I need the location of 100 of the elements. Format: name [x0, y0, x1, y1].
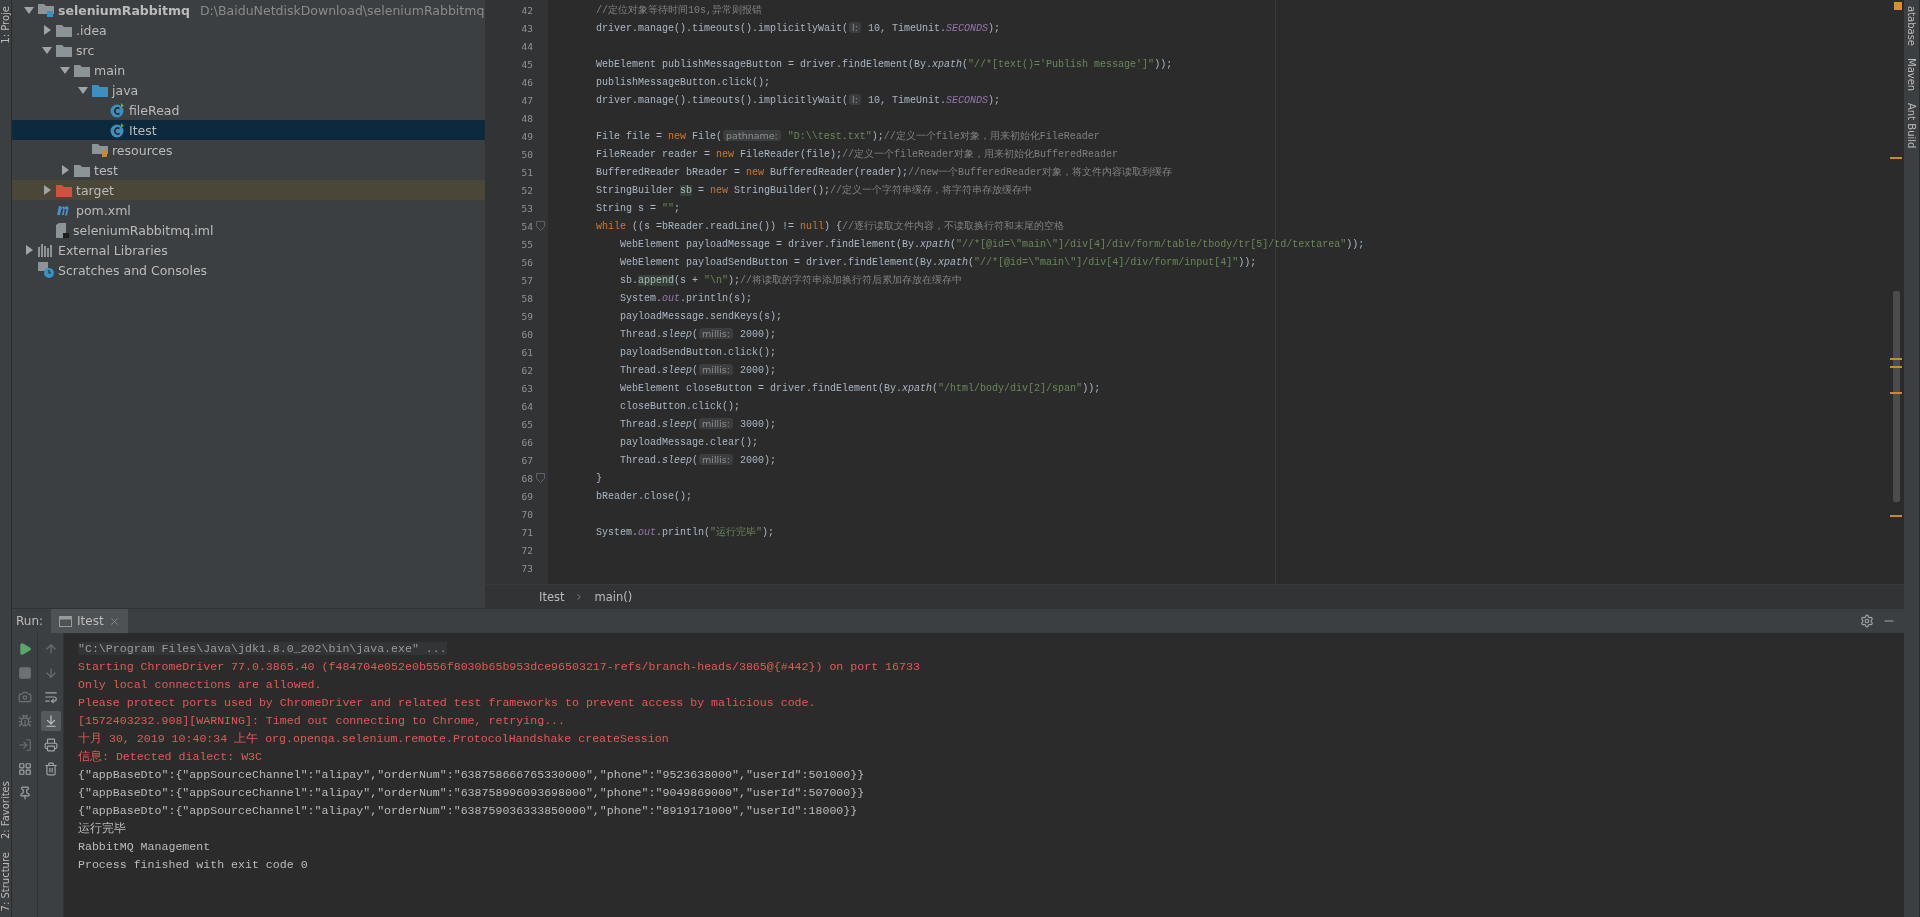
close-icon[interactable] [108, 615, 120, 627]
scroll-marker[interactable] [1890, 366, 1902, 368]
code-line: closeButton.click(); [619, 400, 741, 412]
class-icon [110, 102, 125, 118]
class-icon [110, 122, 125, 138]
line-number: 72 [520, 544, 533, 556]
folder-icon [56, 23, 72, 37]
tool-window-tab[interactable]: 7: Structure [0, 845, 11, 917]
line-number: 57 [520, 274, 533, 286]
camera-icon[interactable] [17, 690, 32, 704]
wrap-icon[interactable] [43, 690, 58, 704]
scroll-marker[interactable] [1890, 515, 1902, 517]
console-line: Starting ChromeDriver 77.0.3865.40 (f484704e052e0b556f8030b65b953dce96503217-refs/branch-heads/3865@{#442}) on port 16733 [78, 659, 920, 673]
code-line: System.out.println(s); [619, 292, 753, 304]
code-line: } [595, 472, 602, 484]
code-line: WebElement publishMessageButton = driver.findElement(By.xpath("//*[text()='Publish message']")); [595, 58, 1173, 70]
line-number: 68 [520, 472, 533, 484]
line-number: 53 [520, 202, 533, 214]
line-number: 69 [520, 490, 533, 502]
tree-item[interactable]: target [12, 180, 485, 200]
line-number: 67 [520, 454, 533, 466]
breadcrumb[interactable]: main() [590, 587, 637, 606]
folder-icon [92, 83, 108, 97]
tree-item[interactable]: resources [12, 140, 485, 160]
file-icon [56, 222, 69, 238]
console-line: Only local connections are allowed. [78, 677, 322, 691]
code-line: WebElement payloadMessage = driver.findElement(By.xpath("//*[@id=\"main\"]/div[4]/div/form/table/tbody/tr[5]/td/textarea")); [619, 238, 1365, 250]
tree-item[interactable]: src [12, 40, 485, 60]
tree-item[interactable]: Scratches and Consoles [12, 260, 485, 280]
scrollbar-thumb[interactable] [1893, 291, 1900, 502]
pin-icon[interactable] [17, 786, 32, 800]
settings-icon[interactable] [1860, 614, 1874, 628]
line-number: 47 [520, 94, 533, 106]
console-line: {"appBaseDto":{"appSourceChannel":"alipay","orderNum":"638758996093698000","phone":"9049869000","userId":507000}} [78, 785, 865, 799]
fold-icon[interactable] [536, 221, 545, 231]
folder-icon [56, 43, 72, 57]
line-number: 55 [520, 238, 533, 250]
tool-window-tab[interactable]: atabase [1906, 0, 1917, 52]
tree-item[interactable]: java [12, 80, 485, 100]
console-line: 信息: Detected dialect: W3C [78, 748, 263, 764]
tree-item[interactable]: test [12, 160, 485, 180]
scroll-marker[interactable] [1890, 157, 1902, 159]
scratches-icon [38, 262, 54, 278]
tree-item[interactable]: fileRead [12, 100, 485, 120]
line-number: 62 [520, 364, 533, 376]
print-icon[interactable] [43, 738, 58, 752]
tree-item[interactable]: pom.xml [12, 200, 485, 220]
libraries-icon [38, 243, 54, 257]
line-number: 64 [520, 400, 533, 412]
layout-icon[interactable] [17, 762, 32, 776]
trash-icon[interactable] [43, 762, 58, 776]
console-line: Please protect ports used by ChromeDriver and related test frameworks to prevent access by malicious code. [78, 695, 816, 709]
fold-icon[interactable] [536, 473, 545, 483]
up-arrow-icon[interactable] [43, 642, 58, 656]
caret-icon[interactable] [24, 245, 34, 255]
code-line: payloadSendButton.click(); [619, 346, 777, 358]
login-icon[interactable] [17, 738, 32, 752]
bug-icon[interactable] [17, 714, 32, 728]
tool-window-tab[interactable]: Maven [1906, 52, 1917, 98]
line-number: 70 [520, 508, 533, 520]
code-line: Thread.sleep( millis: 2000); [619, 363, 777, 377]
run-tab[interactable]: Itest [51, 609, 128, 633]
module-folder-icon [38, 3, 54, 17]
tree-item[interactable]: main [12, 60, 485, 80]
line-number: 59 [520, 310, 533, 322]
tree-item[interactable]: External Libraries [12, 240, 485, 260]
tree-item[interactable]: seleniumRabbitmq D:\BaiduNetdiskDownload\seleniumRabbitmq [12, 0, 485, 20]
stop-icon[interactable] [17, 666, 32, 680]
line-number: 52 [520, 184, 533, 196]
tool-window-tab[interactable]: 2: Favorites [0, 775, 11, 846]
tool-window-tab[interactable]: Ant Build [1906, 97, 1917, 155]
line-number: 44 [520, 40, 533, 52]
code-line: WebElement payloadSendButton = driver.findElement(By.xpath("//*[@id=\"main\"]/div[4]/div/form/input[4]")); [619, 256, 1257, 268]
tool-window-tab[interactable]: 1: Proje [0, 0, 11, 50]
line-number: 73 [520, 562, 533, 574]
line-number: 45 [520, 58, 533, 70]
tree-item[interactable]: .idea [12, 20, 485, 40]
scroll-marker[interactable] [1890, 358, 1902, 360]
line-number: 56 [520, 256, 533, 268]
play-icon[interactable] [17, 642, 32, 656]
console-line: {"appBaseDto":{"appSourceChannel":"alipay","orderNum":"638758666765330000","phone":"9523638000","userId":501000}} [78, 767, 865, 781]
line-number: 60 [520, 328, 533, 340]
down-arrow-icon[interactable] [43, 666, 58, 680]
line-number: 43 [520, 22, 533, 34]
line-number: 54 [520, 220, 533, 232]
line-number: 66 [520, 436, 533, 448]
tree-item[interactable]: seleniumRabbitmq.iml [12, 220, 485, 240]
console-icon [59, 615, 73, 627]
code-line: driver.manage().timeouts().implicitlyWait( l: 10, TimeUnit.SECONDS); [595, 93, 1000, 107]
code-line: driver.manage().timeouts().implicitlyWait( l: 10, TimeUnit.SECONDS); [595, 21, 1000, 35]
code-line: publishMessageButton.click(); [595, 76, 771, 88]
scroll-marker[interactable] [1890, 392, 1902, 394]
breadcrumb[interactable]: Itest [535, 587, 569, 606]
line-number: 63 [520, 382, 533, 394]
code-line: BufferedReader bReader = new BufferedReader(reader);//new一个BufferedReader对象，将文件内容读取到缓存 [595, 165, 1173, 179]
tree-item[interactable]: Itest [12, 120, 485, 140]
line-number: 42 [520, 4, 533, 16]
code-line: payloadMessage.clear(); [619, 436, 759, 448]
line-number: 51 [520, 166, 533, 178]
code-line: String s = ""; [595, 202, 681, 214]
